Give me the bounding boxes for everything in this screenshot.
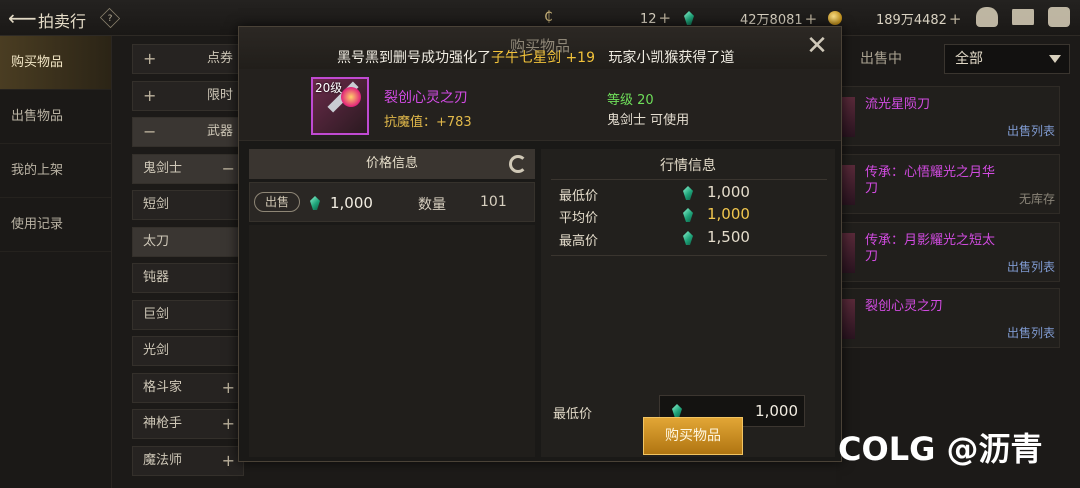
item-name: 流光星陨刀	[865, 97, 931, 112]
item-name: 裂创心灵之刃	[384, 90, 468, 106]
mail-icon[interactable]	[1012, 9, 1034, 25]
gem-icon	[684, 11, 694, 25]
item-name: 裂创心灵之刃	[865, 299, 944, 314]
filter-dropdown[interactable]: 全部	[944, 44, 1070, 74]
back-arrow-icon[interactable]: ⟵	[8, 8, 37, 28]
item-name: 传承：心悟耀光之月华刀	[865, 165, 996, 196]
item-level: 等级 20	[607, 93, 654, 108]
sell-list-link[interactable]: 出售列表	[1007, 324, 1055, 341]
quantity-label: 数量	[418, 197, 446, 213]
category-club[interactable]: 钝器	[132, 263, 244, 293]
market-row-average: 平均价 1,000	[559, 205, 750, 226]
page-title: 拍卖行	[38, 12, 87, 31]
currency-3: 189万4482 +	[876, 10, 962, 28]
sell-list-link[interactable]: 出售列表	[1007, 258, 1055, 275]
broadcast-ticker: 黑号黑到删号成功强化了子午七星剑 +19 玩家小凯猴获得了道	[337, 50, 735, 66]
min-price-label: 最低价	[553, 407, 593, 422]
add-currency-3-button[interactable]: +	[949, 10, 962, 28]
category-slayer[interactable]: 鬼剑士 −	[132, 153, 244, 184]
category-weapon[interactable]: − 武器	[132, 117, 244, 147]
price-row[interactable]: 出售 1,000 数量 101	[249, 182, 535, 222]
price-info-header: 价格信息	[249, 149, 535, 179]
category-list: + 点券 + 限时 − 武器 鬼剑士 − 短剑 太刀 钝器 巨剑 光剑 格斗家 + 神枪手…	[132, 44, 244, 482]
item-thumbnail	[841, 299, 855, 339]
nav-buy[interactable]: 购买物品	[0, 36, 111, 90]
category-greatsword[interactable]: 巨剑	[132, 299, 244, 330]
nav-my-listings[interactable]: 我的上架	[0, 144, 111, 198]
pot-icon[interactable]	[976, 7, 998, 27]
market-info-title: 行情信息	[660, 158, 716, 174]
gem-icon	[683, 208, 693, 222]
market-row-highest: 最高价 1,500	[559, 228, 750, 249]
chat-icon[interactable]	[1048, 7, 1070, 27]
category-limited[interactable]: + 限时	[132, 80, 244, 111]
divider	[551, 179, 827, 180]
list-item[interactable]: 传承：心悟耀光之月华刀 无库存	[840, 154, 1060, 214]
gold-coin-icon	[828, 11, 842, 25]
coin-c-icon: ₵	[544, 9, 553, 25]
sell-badge: 出售	[254, 192, 300, 212]
refresh-icon[interactable]	[509, 155, 527, 173]
watermark: COLG @沥青	[838, 430, 1043, 468]
item-level-badge: 20级	[315, 81, 343, 95]
help-icon[interactable]: ?	[99, 7, 121, 29]
left-nav: 购买物品 出售物品 我的上架 使用记录	[0, 36, 112, 488]
quantity-value: 101	[480, 194, 507, 210]
nav-history[interactable]: 使用记录	[0, 198, 111, 252]
item-icon[interactable]: 20级	[311, 77, 369, 135]
item-class: 鬼剑士 可使用	[607, 113, 690, 128]
item-stat: 抗魔值：+783	[384, 115, 472, 130]
divider	[551, 255, 827, 256]
nav-sell[interactable]: 出售物品	[0, 90, 111, 144]
sell-list-link[interactable]: 出售列表	[1007, 122, 1055, 139]
list-item[interactable]: 传承：月影耀光之短太刀 出售列表	[840, 222, 1060, 282]
category-fighter[interactable]: 格斗家 +	[132, 372, 244, 403]
currency-1: 12 +	[640, 9, 672, 27]
add-currency-1-button[interactable]: +	[659, 9, 672, 27]
list-item[interactable]: 流光星陨刀 出售列表	[840, 86, 1060, 146]
out-of-stock-label: 无库存	[1018, 192, 1055, 206]
item-thumbnail	[841, 233, 855, 273]
gem-icon	[672, 404, 682, 418]
price-list-area	[249, 225, 535, 457]
buy-button[interactable]: 购买物品	[643, 417, 743, 455]
item-name: 传承：月影耀光之短太刀	[865, 233, 996, 264]
market-info-panel: 行情信息 最低价 1,000 平均价 1,000 最高价 1,500 最低价 1…	[541, 149, 835, 457]
gem-icon	[683, 186, 693, 200]
category-gunner[interactable]: 神枪手 +	[132, 409, 244, 439]
modal-header: 购买物品 黑号黑到删号成功强化了子午七星剑 +19 玩家小凯猴获得了道 ✕	[239, 27, 841, 69]
unit-price: 1,000	[330, 194, 373, 212]
item-thumbnail	[841, 97, 855, 137]
top-icon-group	[976, 7, 1070, 27]
gem-icon	[310, 196, 320, 210]
tab-selling[interactable]: 出售中	[860, 48, 902, 68]
gem-icon	[683, 231, 693, 245]
item-thumbnail	[841, 165, 855, 205]
category-coupon[interactable]: + 点券	[132, 44, 244, 74]
buy-item-modal: 购买物品 黑号黑到删号成功强化了子午七星剑 +19 玩家小凯猴获得了道 ✕ 20…	[238, 26, 842, 462]
close-icon[interactable]: ✕	[805, 33, 829, 59]
category-katana[interactable]: 太刀	[132, 226, 244, 257]
item-info-row: 20级 裂创心灵之刃 抗魔值：+783 等级 20 鬼剑士 可使用	[239, 69, 841, 141]
market-row-lowest: 最低价 1,000	[559, 183, 750, 204]
list-item[interactable]: 裂创心灵之刃 出售列表	[840, 288, 1060, 348]
category-lightsabre[interactable]: 光剑	[132, 336, 244, 366]
gem-ornament	[341, 87, 361, 107]
chevron-down-icon	[1049, 55, 1061, 63]
category-short-sword[interactable]: 短剑	[132, 190, 244, 220]
category-mage[interactable]: 魔法师 +	[132, 445, 244, 476]
